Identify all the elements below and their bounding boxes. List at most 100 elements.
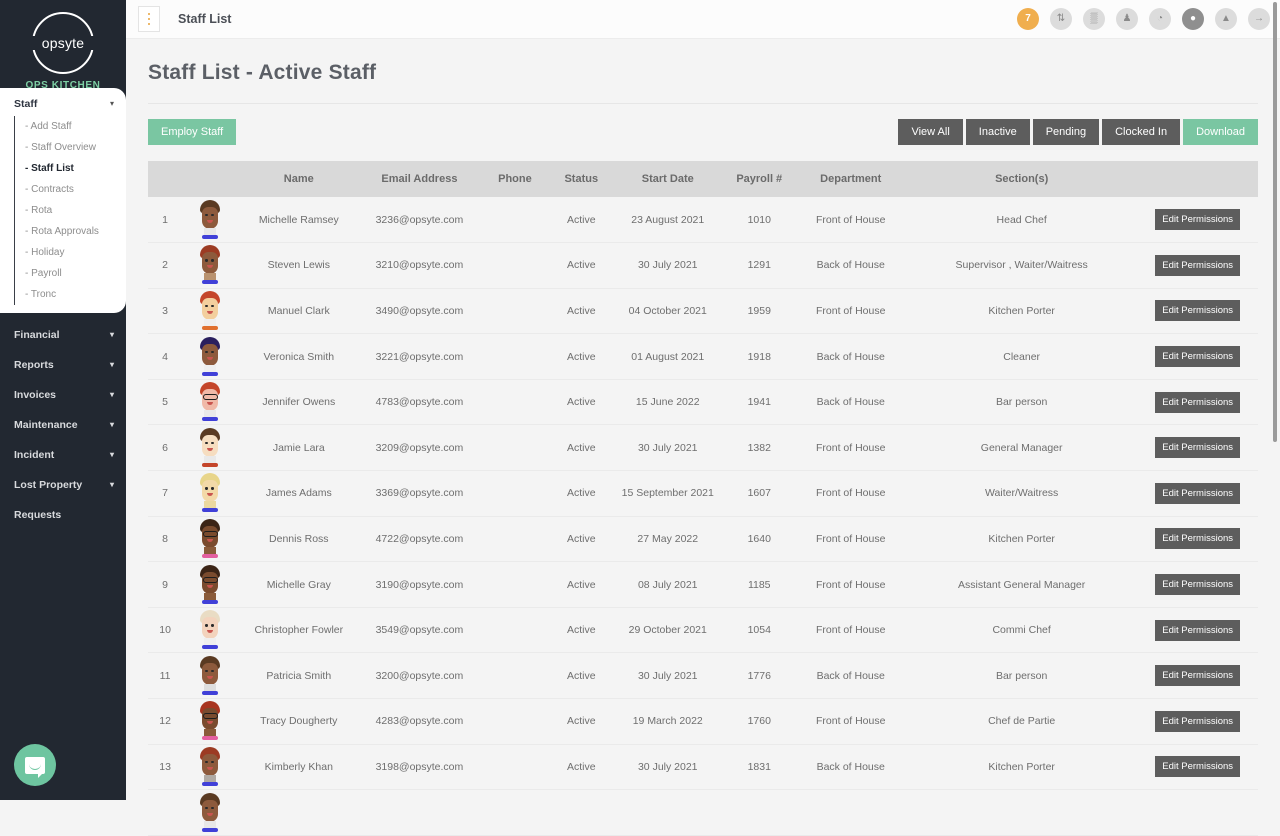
avatar-shoes <box>202 827 219 832</box>
sidebar-item-label: Lost Property <box>14 479 83 491</box>
page-scrollbar-thumb[interactable] <box>1273 2 1277 442</box>
cell-start-date: 30 July 2021 <box>612 424 724 472</box>
table-row[interactable] <box>148 789 1258 836</box>
col-phone[interactable]: Phone <box>479 161 551 197</box>
sort-updown-icon[interactable]: ⇅ <box>1050 8 1072 30</box>
employ-staff-button[interactable]: Employ Staff <box>148 119 237 145</box>
sidebar-item-reports[interactable]: Reports ▾ <box>0 350 126 380</box>
notification-badge[interactable]: 7 <box>1017 8 1039 30</box>
cell-email: 3190@opsyte.com <box>359 561 480 608</box>
sidebar-item-requests[interactable]: Requests <box>0 500 126 530</box>
sidebar-group-label: Staff <box>14 98 38 110</box>
sidebar-subitem-3[interactable]: - Contracts <box>15 179 126 200</box>
edit-permissions-button[interactable]: Edit Permissions <box>1155 528 1241 550</box>
clock-icon[interactable]: ◔ <box>1149 8 1171 30</box>
edit-permissions-button[interactable]: Edit Permissions <box>1155 574 1241 596</box>
table-row[interactable]: 13 Kimberly Khan 3198@opsyte.com Active 30 J… <box>148 744 1258 791</box>
table-row[interactable]: 2 Steven Lewis 3210@opsyte.com Active 30 Jul… <box>148 242 1258 289</box>
cell-avatar <box>182 333 239 380</box>
sidebar-subitem-1[interactable]: - Staff Overview <box>15 137 126 158</box>
edit-permissions-button[interactable]: Edit Permissions <box>1155 391 1241 413</box>
sidebar-subitem-0[interactable]: - Add Staff <box>15 116 126 137</box>
sidebar-subitem-2[interactable]: - Staff List <box>15 158 126 179</box>
table-row[interactable]: 10 Christopher Fowler 3549@opsyte.com Activ… <box>148 607 1258 654</box>
filter-pending-button[interactable]: Pending <box>1032 119 1100 145</box>
cell-index: 9 <box>148 561 183 608</box>
avatar <box>197 610 223 650</box>
col-start-date[interactable]: Start Date <box>612 161 724 197</box>
kebab-menu-icon[interactable] <box>138 6 160 32</box>
col-avatar[interactable] <box>182 161 239 197</box>
avatar-eye-left <box>205 806 208 809</box>
cell-actions: Edit Permissions <box>1137 424 1258 472</box>
edit-permissions-button[interactable]: Edit Permissions <box>1155 346 1241 368</box>
sidebar-subitem-8[interactable]: - Tronc <box>15 284 126 305</box>
sidebar-subitem-6[interactable]: - Holiday <box>15 242 126 263</box>
filter-clocked-in-button[interactable]: Clocked In <box>1102 119 1181 145</box>
table-row[interactable]: 3 Manuel Clark 3490@opsyte.com Active 04 Oct… <box>148 288 1258 335</box>
avatar-glasses-icon <box>202 530 218 537</box>
opsyte-logo-icon: opsyte <box>32 12 98 74</box>
people-group-icon[interactable]: ♟ <box>1116 8 1138 30</box>
edit-permissions-button[interactable]: Edit Permissions <box>1155 756 1241 778</box>
table-row[interactable]: 11 Patricia Smith 3200@opsyte.com Active 30 … <box>148 652 1258 700</box>
col-sections[interactable]: Section(s) <box>906 161 1138 197</box>
cell-department: Front of House <box>795 698 907 745</box>
edit-permissions-button[interactable]: Edit Permissions <box>1155 482 1241 504</box>
col-email[interactable]: Email Address <box>359 161 480 197</box>
sidebar-item-lost-property[interactable]: Lost Property ▾ <box>0 470 126 500</box>
cell-start-date: 15 September 2021 <box>612 470 724 517</box>
chat-bubble-icon[interactable] <box>14 744 56 786</box>
edit-permissions-button[interactable]: Edit Permissions <box>1155 710 1241 732</box>
avatar-face <box>202 434 219 457</box>
edit-permissions-button[interactable]: Edit Permissions <box>1155 665 1241 687</box>
filter-view-all-button[interactable]: View All <box>898 119 963 145</box>
table-row[interactable]: 7 James Adams 3369@opsyte.com Active 15 Sept… <box>148 470 1258 517</box>
edit-permissions-button[interactable]: Edit Permissions <box>1155 437 1241 459</box>
cell-avatar <box>182 744 239 791</box>
col-index[interactable] <box>148 161 183 197</box>
table-row[interactable]: 4 Veronica Smith 3221@opsyte.com Active 01 A… <box>148 333 1258 380</box>
table-row[interactable]: 12 Tracy Dougherty 4283@opsyte.com Active 19… <box>148 698 1258 745</box>
avatar <box>197 245 223 285</box>
edit-permissions-button[interactable]: Edit Permissions <box>1155 619 1241 641</box>
table-row[interactable]: 9 Michelle Gray 3190@opsyte.com Active 08 Ju… <box>148 561 1258 608</box>
avatar-shoes <box>202 462 219 467</box>
table-row[interactable]: 8 Dennis Ross 4722@opsyte.com Active 27 May … <box>148 516 1258 563</box>
avatar-shoes <box>202 736 219 741</box>
filter-download-button[interactable]: Download <box>1183 119 1258 145</box>
sidebar-subitem-4[interactable]: - Rota <box>15 200 126 221</box>
table-row[interactable]: 6 Jamie Lara 3209@opsyte.com Active 30 July … <box>148 424 1258 472</box>
edit-permissions-button[interactable]: Edit Permissions <box>1155 300 1241 322</box>
sidebar-group-staff[interactable]: Staff ▾ <box>0 94 126 116</box>
table-row[interactable]: 1 Michelle Ramsey 3236@opsyte.com Active 23 … <box>148 197 1258 244</box>
sidebar-item-financial[interactable]: Financial ▾ <box>0 320 126 350</box>
table-row[interactable]: 5 Jennifer Owens 4783@opsyte.com Active 15 J… <box>148 379 1258 426</box>
sidebar-item-incident[interactable]: Incident ▾ <box>0 440 126 470</box>
cell-avatar <box>182 561 239 608</box>
col-actions[interactable] <box>1137 161 1258 197</box>
sidebar-subitem-7[interactable]: - Payroll <box>15 263 126 284</box>
sidebar-item-maintenance[interactable]: Maintenance ▾ <box>0 410 126 440</box>
avatar-shoes <box>202 553 219 558</box>
cell-start-date <box>612 789 724 836</box>
col-name[interactable]: Name <box>238 161 360 197</box>
cell-avatar <box>182 789 239 836</box>
user-icon[interactable]: ▲ <box>1215 8 1237 30</box>
sidebar-item-invoices[interactable]: Invoices ▾ <box>0 380 126 410</box>
avatar <box>197 336 223 377</box>
col-payroll[interactable]: Payroll # <box>723 161 796 197</box>
chevron-down-icon: ▾ <box>109 99 114 108</box>
col-status[interactable]: Status <box>550 161 613 197</box>
col-department[interactable]: Department <box>795 161 907 197</box>
edit-permissions-button[interactable]: Edit Permissions <box>1155 209 1241 231</box>
globe-icon[interactable]: ● <box>1182 8 1204 30</box>
cell-status: Active <box>550 424 613 472</box>
cell-department: Front of House <box>795 607 907 654</box>
cell-avatar <box>182 516 239 563</box>
grid-icon[interactable]: ▒ <box>1083 8 1105 30</box>
filter-inactive-button[interactable]: Inactive <box>965 119 1030 145</box>
logout-icon[interactable]: → <box>1248 8 1270 30</box>
sidebar-subitem-5[interactable]: - Rota Approvals <box>15 221 126 242</box>
edit-permissions-button[interactable]: Edit Permissions <box>1155 254 1241 276</box>
